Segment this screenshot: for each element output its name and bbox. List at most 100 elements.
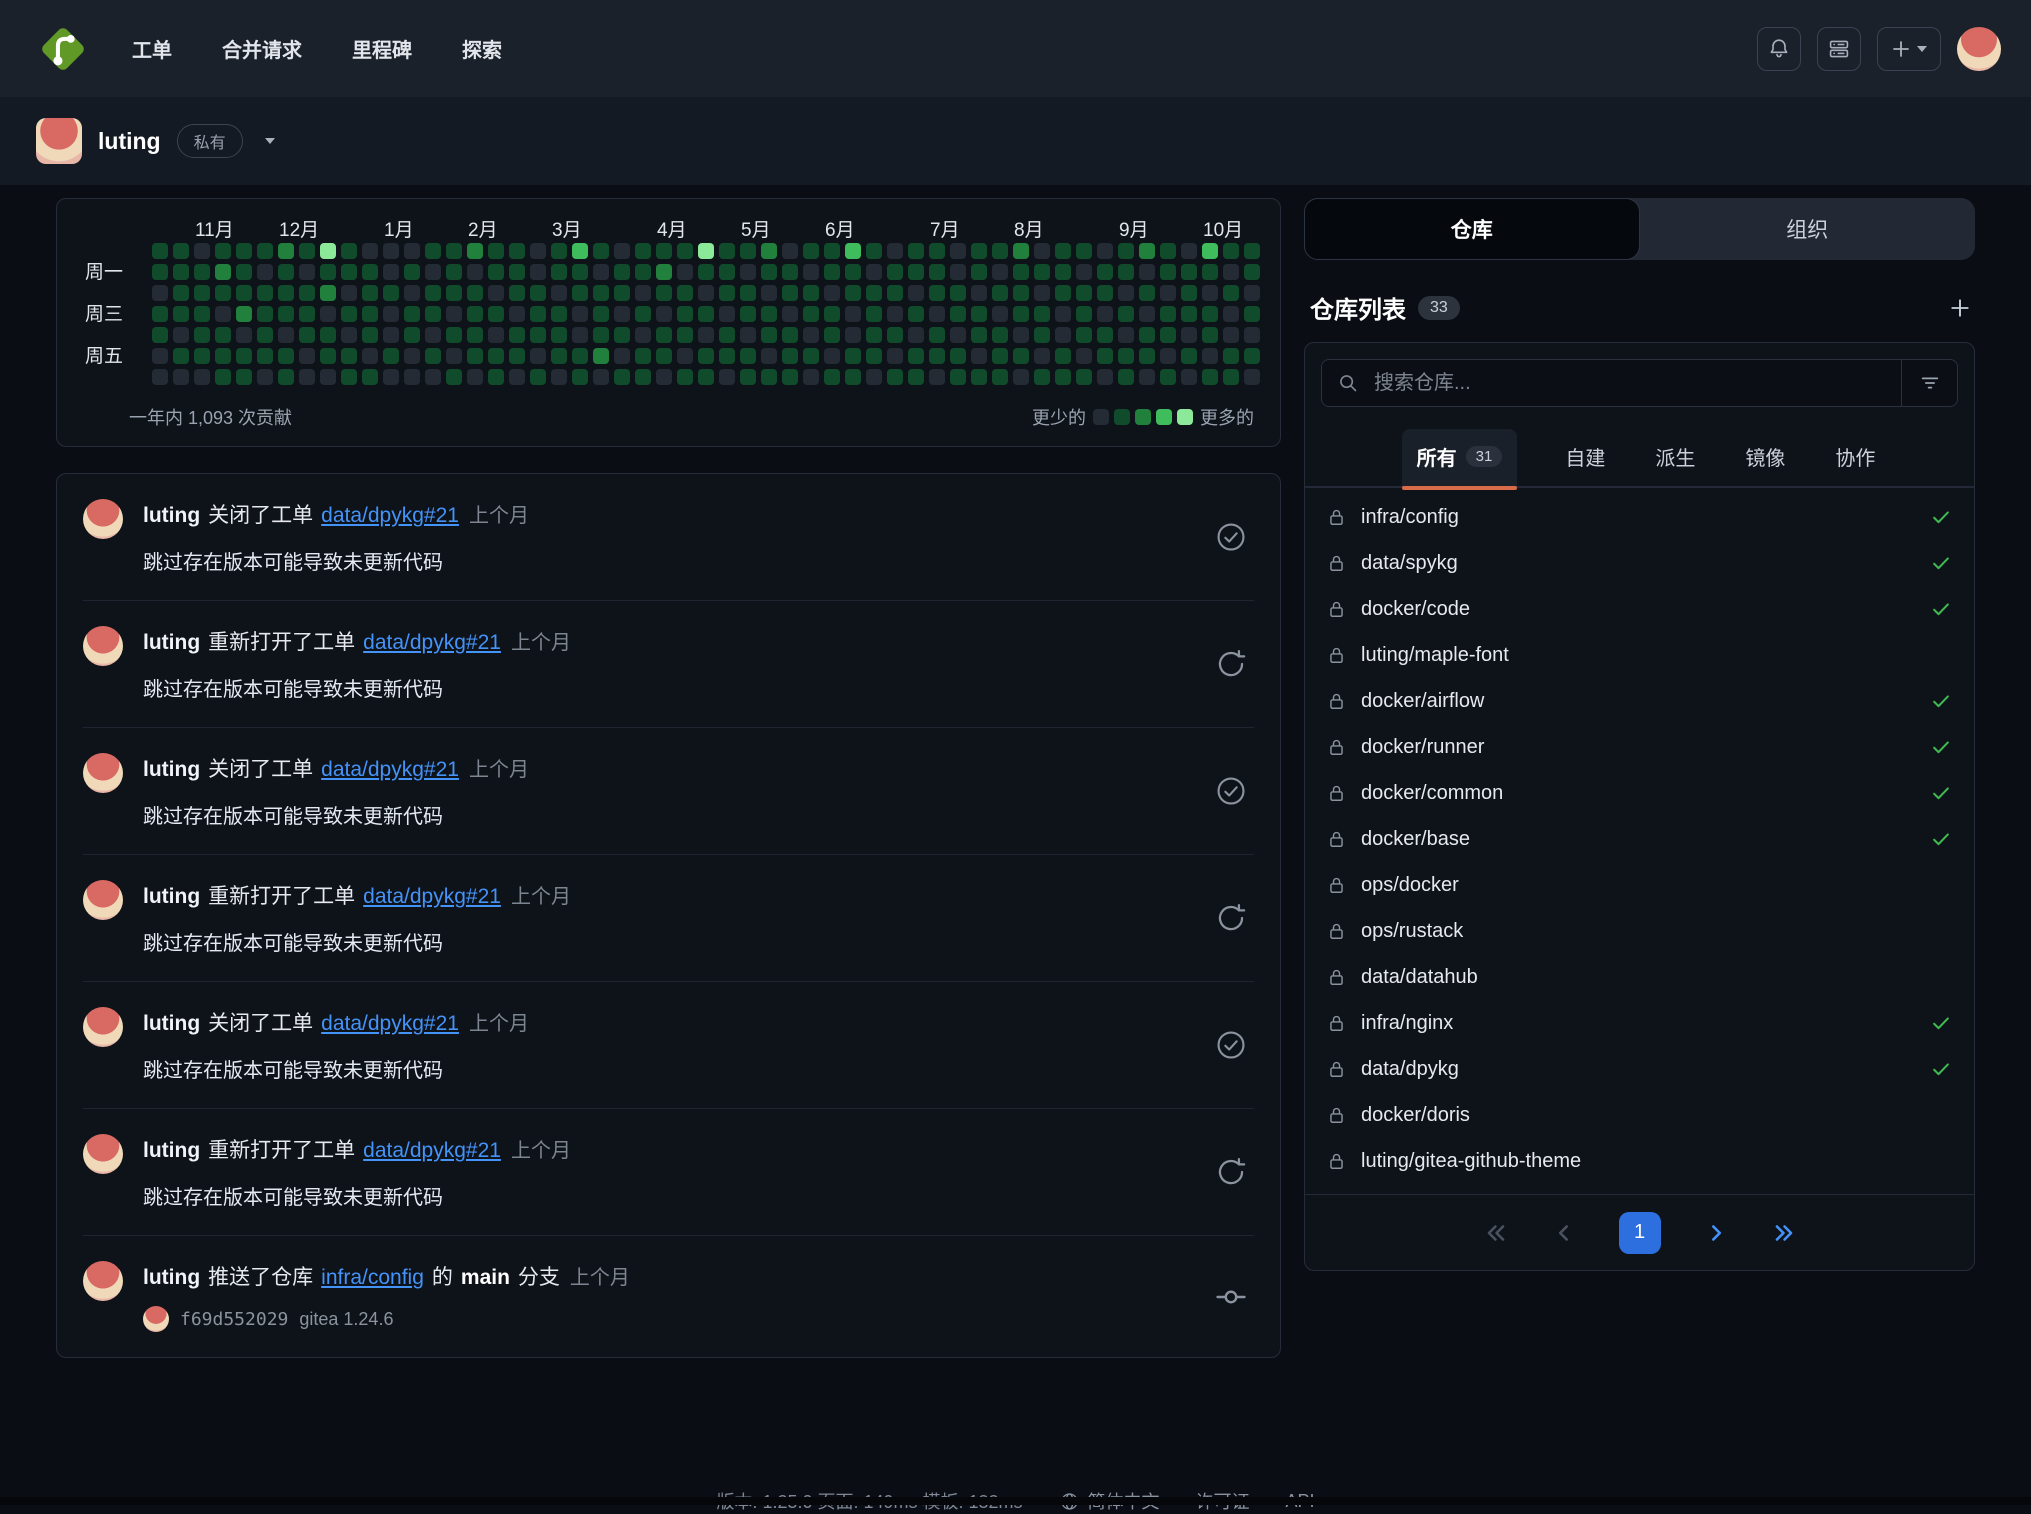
heatmap-cell[interactable] [278,348,294,364]
next-page-button[interactable] [1703,1220,1729,1246]
heatmap-cell[interactable] [803,348,819,364]
heatmap-cell[interactable] [1202,285,1218,301]
heatmap-cell[interactable] [1118,264,1134,280]
heatmap-cell[interactable] [404,348,420,364]
heatmap-cell[interactable] [152,306,168,322]
tab-organizations[interactable]: 组织 [1640,198,1976,260]
heatmap-cell[interactable] [929,285,945,301]
heatmap-cell[interactable] [782,243,798,259]
heatmap-cell[interactable] [950,264,966,280]
heatmap-cell[interactable] [887,243,903,259]
heatmap-cell[interactable] [530,285,546,301]
heatmap-cell[interactable] [656,285,672,301]
heatmap-cell[interactable] [299,243,315,259]
heatmap-cell[interactable] [194,369,210,385]
repo-list-item[interactable]: docker/common [1305,770,1974,816]
heatmap-cell[interactable] [572,348,588,364]
heatmap-cell[interactable] [572,369,588,385]
heatmap-cell[interactable] [803,285,819,301]
heatmap-cell[interactable] [950,306,966,322]
heatmap-cell[interactable] [341,327,357,343]
notifications-button[interactable] [1757,27,1801,71]
heatmap-cell[interactable] [971,348,987,364]
heatmap-cell[interactable] [488,306,504,322]
heatmap-cell[interactable] [173,348,189,364]
heatmap-cell[interactable] [383,243,399,259]
heatmap-cell[interactable] [215,285,231,301]
heatmap-cell[interactable] [593,348,609,364]
heatmap-cell[interactable] [677,369,693,385]
heatmap-cell[interactable] [1202,327,1218,343]
prev-page-button[interactable] [1551,1220,1577,1246]
heatmap-cell[interactable] [446,369,462,385]
heatmap-cell[interactable] [341,306,357,322]
heatmap-cell[interactable] [1118,327,1134,343]
repo-list-item[interactable]: docker/base [1305,816,1974,862]
heatmap-cell[interactable] [1013,306,1029,322]
heatmap-cell[interactable] [1160,306,1176,322]
heatmap-cell[interactable] [1202,348,1218,364]
heatmap-cell[interactable] [341,285,357,301]
heatmap-cell[interactable] [908,369,924,385]
heatmap-cell[interactable] [887,285,903,301]
heatmap-cell[interactable] [677,264,693,280]
heatmap-cell[interactable] [299,306,315,322]
heatmap-cell[interactable] [1223,285,1239,301]
heatmap-cell[interactable] [551,369,567,385]
heatmap-cell[interactable] [782,348,798,364]
heatmap-cell[interactable] [593,369,609,385]
heatmap-cell[interactable] [1055,264,1071,280]
heatmap-cell[interactable] [992,369,1008,385]
heatmap-cell[interactable] [1181,285,1197,301]
heatmap-cell[interactable] [635,264,651,280]
heatmap-cell[interactable] [614,243,630,259]
heatmap-cell[interactable] [971,264,987,280]
heatmap-cell[interactable] [425,264,441,280]
heatmap-cell[interactable] [152,285,168,301]
heatmap-cell[interactable] [1223,369,1239,385]
heatmap-cell[interactable] [1118,243,1134,259]
heatmap-cell[interactable] [1160,243,1176,259]
heatmap-cell[interactable] [341,348,357,364]
heatmap-cell[interactable] [761,243,777,259]
heatmap-cell[interactable] [1118,348,1134,364]
nav-link-issues[interactable]: 工单 [132,34,172,63]
heatmap-cell[interactable] [236,327,252,343]
heatmap-cell[interactable] [530,264,546,280]
heatmap-cell[interactable] [152,369,168,385]
heatmap-cell[interactable] [1055,306,1071,322]
heatmap-cell[interactable] [887,264,903,280]
heatmap-cell[interactable] [635,306,651,322]
heatmap-cell[interactable] [866,369,882,385]
heatmap-cell[interactable] [803,369,819,385]
heatmap-cell[interactable] [509,369,525,385]
first-page-button[interactable] [1483,1220,1509,1246]
heatmap-cell[interactable] [1139,264,1155,280]
heatmap-cell[interactable] [803,306,819,322]
heatmap-cell[interactable] [698,348,714,364]
heatmap-cell[interactable] [950,243,966,259]
heatmap-cell[interactable] [1181,348,1197,364]
filter-tab-forks[interactable]: 派生 [1653,429,1697,486]
heatmap-cell[interactable] [1139,243,1155,259]
heatmap-cell[interactable] [1202,306,1218,322]
heatmap-cell[interactable] [677,243,693,259]
heatmap-cell[interactable] [1076,264,1092,280]
heatmap-cell[interactable] [635,327,651,343]
heatmap-cell[interactable] [257,306,273,322]
heatmap-cell[interactable] [1160,369,1176,385]
heatmap-cell[interactable] [299,264,315,280]
heatmap-cell[interactable] [656,369,672,385]
heatmap-cell[interactable] [698,243,714,259]
heatmap-cell[interactable] [992,285,1008,301]
heatmap-cell[interactable] [1223,264,1239,280]
heatmap-cell[interactable] [425,243,441,259]
heatmap-cell[interactable] [908,264,924,280]
heatmap-cell[interactable] [866,306,882,322]
heatmap-cell[interactable] [488,243,504,259]
heatmap-cell[interactable] [1076,285,1092,301]
heatmap-cell[interactable] [1034,306,1050,322]
heatmap-cell[interactable] [887,369,903,385]
heatmap-cell[interactable] [614,327,630,343]
heatmap-cell[interactable] [194,348,210,364]
